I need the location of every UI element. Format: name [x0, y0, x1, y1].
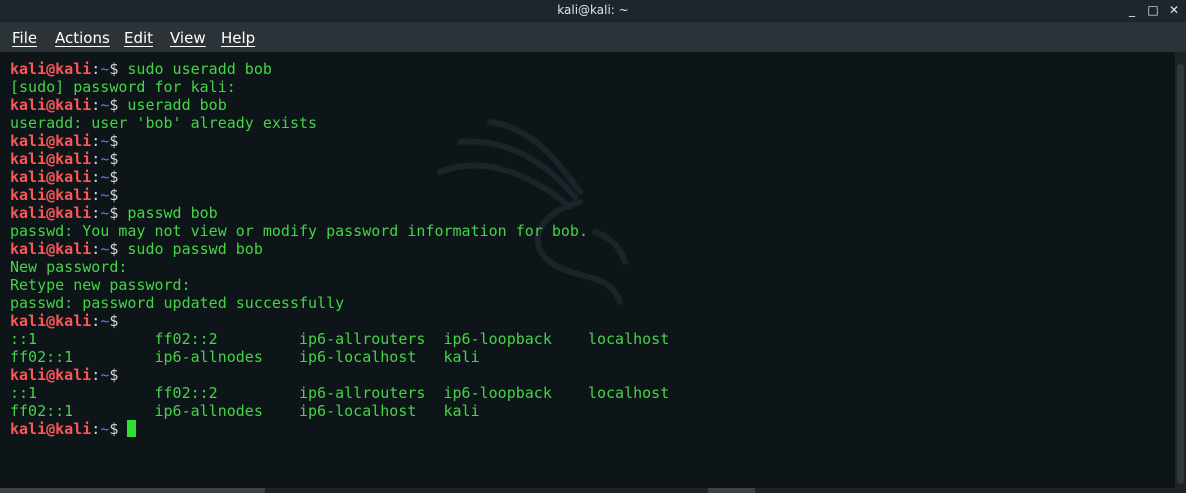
prompt-line: kali@kali:~$ — [10, 420, 669, 438]
prompt-path: ~ — [100, 204, 110, 222]
prompt-separator: : — [91, 312, 101, 330]
prompt-separator: : — [91, 186, 101, 204]
prompt-path: ~ — [100, 312, 110, 330]
output-line: New password: — [10, 258, 669, 276]
menu-bar: File Actions Edit View Help — [0, 22, 1186, 52]
prompt-user: kali@kali — [10, 186, 92, 204]
prompt-user: kali@kali — [10, 204, 92, 222]
output-text: [sudo] password for kali: — [10, 78, 236, 96]
output-line: ::1 ff02::2 ip6-allrouters ip6-loopback … — [10, 384, 669, 402]
prompt-line: kali@kali:~$ — [10, 168, 669, 186]
output-line: ::1 ff02::2 ip6-allrouters ip6-loopback … — [10, 330, 669, 348]
prompt-symbol: $ — [109, 150, 119, 168]
prompt-symbol: $ — [109, 132, 119, 150]
output-line: useradd: user 'bob' already exists — [10, 114, 669, 132]
prompt-symbol: $ — [109, 312, 119, 330]
prompt-line: kali@kali:~$ sudo passwd bob — [10, 240, 669, 258]
command-text: useradd bob — [118, 96, 227, 114]
minimize-icon[interactable]: _ — [1124, 2, 1140, 18]
prompt-line: kali@kali:~$ sudo useradd bob — [10, 60, 669, 78]
output-line: ff02::1 ip6-allnodes ip6-localhost kali — [10, 402, 669, 420]
prompt-user: kali@kali — [10, 60, 92, 78]
output-line: ff02::1 ip6-allnodes ip6-localhost kali — [10, 348, 669, 366]
prompt-path: ~ — [100, 132, 110, 150]
prompt-symbol: $ — [109, 366, 119, 384]
terminal-output: kali@kali:~$ sudo useradd bob [sudo] pass… — [10, 60, 669, 438]
prompt-line: kali@kali:~$ — [10, 312, 669, 330]
command-text — [118, 420, 127, 438]
prompt-path: ~ — [100, 240, 110, 258]
prompt-separator: : — [91, 204, 101, 222]
prompt-symbol: $ — [109, 186, 119, 204]
prompt-separator: : — [91, 60, 101, 78]
scroll-thumb[interactable] — [1177, 64, 1184, 484]
taskbar-segment — [708, 488, 755, 493]
menu-file[interactable]: File — [12, 29, 37, 47]
prompt-user: kali@kali — [10, 366, 92, 384]
prompt-user: kali@kali — [10, 312, 92, 330]
output-line: passwd: password updated successfully — [10, 294, 669, 312]
output-text: passwd: You may not view or modify passw… — [10, 222, 588, 240]
menu-help[interactable]: Help — [221, 29, 255, 47]
prompt-user: kali@kali — [10, 132, 92, 150]
prompt-separator: : — [91, 132, 101, 150]
output-text: Retype new password: — [10, 276, 191, 294]
prompt-separator: : — [91, 150, 101, 168]
output-line: [sudo] password for kali: — [10, 78, 669, 96]
output-line: passwd: You may not view or modify passw… — [10, 222, 669, 240]
output-text: New password: — [10, 258, 128, 276]
prompt-path: ~ — [100, 96, 110, 114]
menu-edit[interactable]: Edit — [124, 29, 153, 47]
output-text: ff02::1 ip6-allnodes ip6-localhost kali — [10, 402, 480, 420]
command-text: sudo passwd bob — [118, 240, 263, 258]
output-text: useradd: user 'bob' already exists — [10, 114, 318, 132]
prompt-path: ~ — [100, 168, 110, 186]
output-text: ff02::1 ip6-allnodes ip6-localhost kali — [10, 348, 480, 366]
text-cursor — [127, 420, 137, 437]
prompt-line: kali@kali:~$ — [10, 366, 669, 384]
menu-view[interactable]: View — [170, 29, 206, 47]
prompt-user: kali@kali — [10, 150, 92, 168]
prompt-user: kali@kali — [10, 420, 92, 438]
prompt-path: ~ — [100, 60, 110, 78]
prompt-user: kali@kali — [10, 96, 92, 114]
prompt-user: kali@kali — [10, 240, 92, 258]
output-text: ::1 ff02::2 ip6-allrouters ip6-loopback … — [10, 384, 670, 402]
prompt-symbol: $ — [109, 168, 119, 186]
menu-actions[interactable]: Actions — [55, 29, 110, 47]
terminal-view[interactable]: kali@kali:~$ sudo useradd bob [sudo] pass… — [0, 52, 1175, 488]
prompt-user: kali@kali — [10, 168, 92, 186]
prompt-line: kali@kali:~$ — [10, 186, 669, 204]
prompt-path: ~ — [100, 366, 110, 384]
close-icon[interactable]: ✕ — [1166, 2, 1182, 18]
prompt-separator: : — [91, 240, 101, 258]
command-text: passwd bob — [118, 204, 218, 222]
prompt-separator: : — [91, 420, 101, 438]
prompt-line: kali@kali:~$ — [10, 150, 669, 168]
prompt-line: kali@kali:~$ useradd bob — [10, 96, 669, 114]
taskbar-segment — [0, 488, 265, 493]
output-line: Retype new password: — [10, 276, 669, 294]
prompt-line: kali@kali:~$ — [10, 132, 669, 150]
command-text: sudo useradd bob — [118, 60, 272, 78]
maximize-icon[interactable]: □ — [1145, 2, 1161, 18]
prompt-separator: : — [91, 96, 101, 114]
prompt-path: ~ — [100, 150, 110, 168]
prompt-line: kali@kali:~$ passwd bob — [10, 204, 669, 222]
output-text: passwd: password updated successfully — [10, 294, 345, 312]
window-title: kali@kali: ~ — [557, 3, 629, 17]
prompt-path: ~ — [100, 186, 110, 204]
prompt-separator: : — [91, 168, 101, 186]
prompt-separator: : — [91, 366, 101, 384]
taskbar-strip — [0, 488, 1186, 493]
prompt-path: ~ — [100, 420, 110, 438]
scrollbar[interactable] — [1175, 52, 1186, 488]
output-text: ::1 ff02::2 ip6-allrouters ip6-loopback … — [10, 330, 670, 348]
title-bar: kali@kali: ~ _ □ ✕ — [0, 0, 1186, 22]
